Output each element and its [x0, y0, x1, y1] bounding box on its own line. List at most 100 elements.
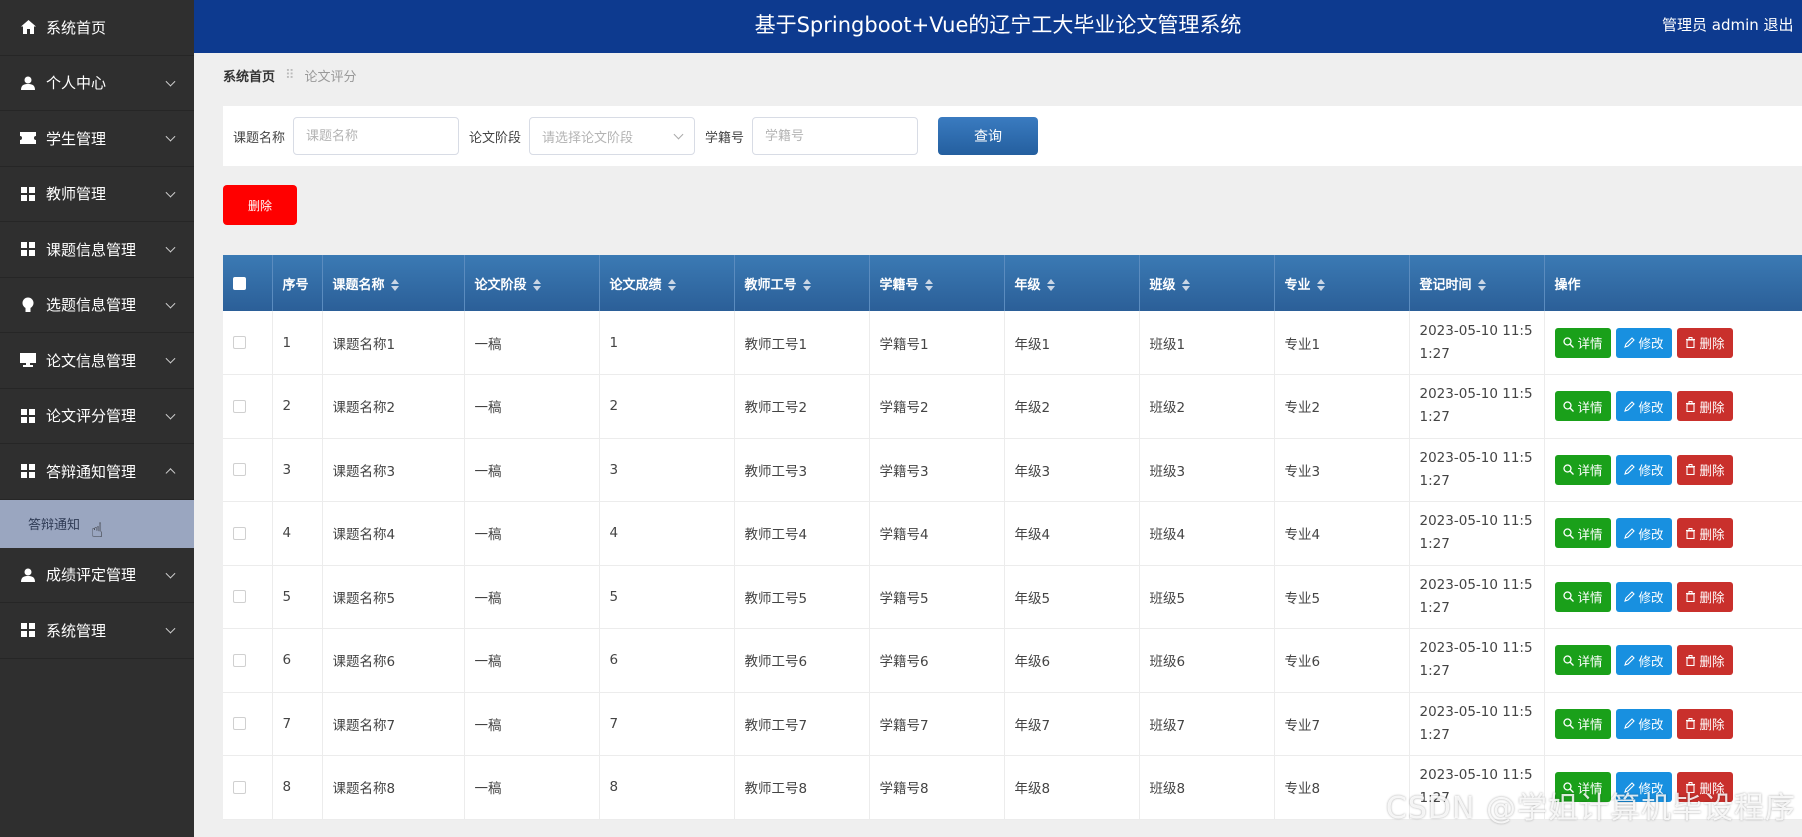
stage-select[interactable]: 请选择论文阶段 — [529, 117, 696, 155]
sort-icon[interactable] — [1316, 279, 1325, 291]
edit-button[interactable]: 修改 — [1615, 708, 1672, 739]
column-header[interactable]: 论文成绩 — [599, 255, 735, 311]
sidebar-item[interactable]: 教师管理 — [0, 167, 194, 222]
sidebar-item-label: 课题信息管理 — [46, 240, 137, 259]
detail-button[interactable]: 详情 — [1554, 581, 1611, 612]
table-cell: 学籍号5 — [869, 565, 1005, 629]
column-header[interactable]: 论文阶段 — [464, 255, 600, 311]
edit-button[interactable]: 修改 — [1615, 454, 1672, 485]
topic-input[interactable] — [293, 117, 460, 155]
row-checkbox[interactable] — [233, 780, 246, 794]
trash-icon — [1685, 337, 1695, 348]
query-button[interactable]: 查询 — [938, 117, 1039, 155]
pencil-icon — [1623, 527, 1635, 539]
table-cell: 课题名称8 — [322, 755, 465, 819]
row-checkbox[interactable] — [233, 336, 246, 349]
delete-button[interactable]: 删除 — [1676, 708, 1733, 739]
table-cell: 年级6 — [1004, 628, 1140, 692]
table-cell: 一稿 — [464, 628, 600, 692]
sidebar-item-label: 论文信息管理 — [46, 351, 137, 370]
edit-button[interactable]: 修改 — [1615, 327, 1672, 358]
sidebar-item[interactable]: 课题信息管理 — [0, 222, 194, 278]
table-cell: 4 — [272, 501, 323, 565]
table-cell: 2023-05-10 11:51:27 — [1409, 374, 1545, 438]
row-select-cell — [223, 438, 273, 502]
chevron-down-icon — [165, 187, 176, 198]
delete-button[interactable]: 删除 — [1676, 454, 1733, 485]
row-checkbox[interactable] — [233, 653, 246, 667]
detail-button[interactable]: 详情 — [1554, 518, 1611, 549]
sidebar-item[interactable]: 选题信息管理 — [0, 278, 194, 333]
breadcrumb-home[interactable]: 系统首页 — [223, 66, 275, 85]
sort-icon[interactable] — [924, 279, 933, 291]
column-header[interactable]: 年级 — [1004, 255, 1140, 311]
chevron-down-icon — [165, 409, 176, 420]
sort-icon[interactable] — [802, 279, 811, 291]
row-checkbox[interactable] — [233, 399, 246, 413]
sort-icon[interactable] — [532, 279, 541, 291]
column-header[interactable]: 学籍号 — [869, 255, 1005, 311]
chevron-down-icon — [165, 76, 176, 87]
sort-icon[interactable] — [1181, 279, 1190, 291]
delete-button[interactable]: 删除 — [1676, 327, 1733, 358]
detail-button[interactable]: 详情 — [1554, 454, 1611, 485]
sidebar-item[interactable]: 论文信息管理 — [0, 333, 194, 389]
table-cell: 7 — [272, 692, 323, 756]
row-checkbox[interactable] — [233, 590, 246, 604]
sidebar-item[interactable]: 论文评分管理 — [0, 389, 194, 444]
edit-button[interactable]: 修改 — [1615, 391, 1672, 422]
sort-icon[interactable] — [1477, 279, 1486, 291]
row-select-cell — [223, 311, 273, 375]
row-actions: 详情 修改 删除 — [1544, 311, 1802, 375]
sort-icon[interactable] — [667, 279, 676, 291]
delete-button[interactable]: 删除 — [1676, 645, 1733, 676]
edit-button[interactable]: 修改 — [1615, 518, 1672, 549]
edit-button[interactable]: 修改 — [1615, 645, 1672, 676]
sidebar-item-label: 选题信息管理 — [46, 296, 137, 315]
row-checkbox[interactable] — [233, 463, 246, 477]
row-checkbox[interactable] — [233, 717, 246, 731]
table-cell: 3 — [599, 438, 735, 502]
trash-icon — [1685, 464, 1695, 476]
row-actions: 详情 修改 删除 — [1544, 438, 1802, 502]
row-select-cell — [223, 755, 273, 819]
column-header[interactable]: 教师工号 — [734, 255, 870, 311]
pencil-icon — [1623, 400, 1635, 412]
pencil-icon — [1623, 591, 1635, 603]
sidebar-item[interactable]: 成绩评定管理 — [0, 548, 194, 603]
sidebar-item[interactable]: 答辩通知管理 — [0, 444, 194, 500]
column-header[interactable]: 登记时间 — [1409, 255, 1545, 311]
column-header[interactable]: 课题名称 — [322, 255, 465, 311]
monitor-icon — [20, 352, 36, 368]
table-cell: 3 — [272, 438, 323, 502]
sort-icon[interactable] — [390, 279, 399, 291]
sidebar-item[interactable]: 学生管理 — [0, 111, 194, 167]
delete-button[interactable]: 删除 — [1676, 581, 1733, 612]
detail-button[interactable]: 详情 — [1554, 708, 1611, 739]
detail-button[interactable]: 详情 — [1554, 391, 1611, 422]
sidebar-item[interactable]: 系统管理 — [0, 603, 194, 659]
table-cell: 学籍号1 — [869, 311, 1005, 375]
table-cell: 5 — [272, 565, 323, 629]
delete-button[interactable]: 删除 — [1676, 391, 1733, 422]
sidebar-item[interactable]: 系统首页 — [0, 0, 194, 56]
chevron-down-icon — [165, 131, 176, 142]
detail-button[interactable]: 详情 — [1554, 327, 1611, 358]
row-actions: 详情 修改 删除 — [1544, 374, 1802, 438]
table-cell: 班级5 — [1139, 565, 1275, 629]
user-logout-link[interactable]: 管理员 admin 退出 — [1662, 0, 1802, 50]
sort-icon[interactable] — [1046, 279, 1055, 291]
sid-input[interactable] — [752, 117, 919, 155]
column-header[interactable]: 专业 — [1274, 255, 1410, 311]
select-all-checkbox[interactable] — [233, 276, 246, 290]
row-checkbox[interactable] — [233, 526, 246, 540]
search-icon — [1562, 401, 1574, 412]
column-header[interactable]: 班级 — [1139, 255, 1275, 311]
sidebar-item[interactable]: 个人中心 — [0, 56, 194, 111]
home-icon — [20, 19, 36, 35]
sidebar-subitem-defense-notice[interactable]: 答辩通知 ☝ — [0, 499, 194, 548]
batch-delete-button[interactable]: 删除 — [223, 185, 297, 225]
detail-button[interactable]: 详情 — [1554, 645, 1611, 676]
delete-button[interactable]: 删除 — [1676, 518, 1733, 549]
edit-button[interactable]: 修改 — [1615, 581, 1672, 612]
